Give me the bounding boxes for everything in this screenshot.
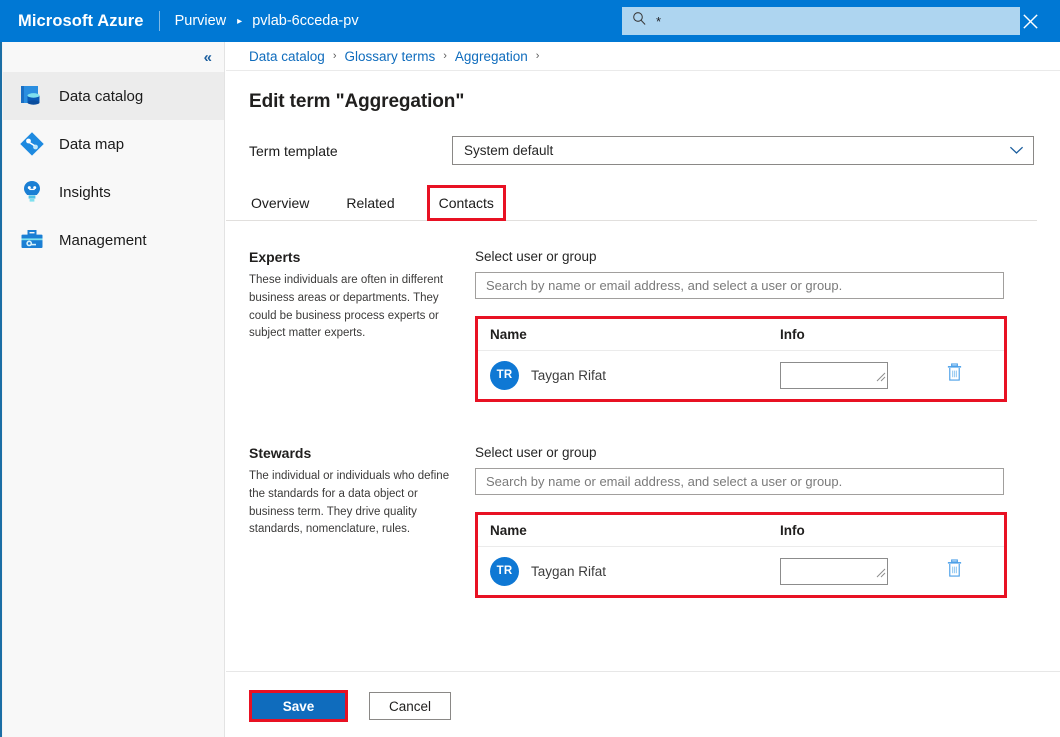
save-button-annotation: Save [249, 690, 348, 722]
sidebar-collapse-button[interactable]: « [3, 42, 224, 72]
stewards-description-block: Stewards The individual or individuals w… [249, 445, 475, 598]
resize-grip-icon[interactable] [875, 369, 886, 387]
trash-icon[interactable] [946, 363, 963, 387]
breadcrumb-item-data-catalog[interactable]: Data catalog [249, 49, 325, 64]
experts-table-header: Name Info [478, 319, 1004, 351]
save-button[interactable]: Save [252, 693, 345, 719]
resize-grip-icon[interactable] [875, 565, 886, 583]
section-experts: Experts These individuals are often in d… [226, 249, 1060, 402]
tab-related[interactable]: Related [344, 195, 396, 220]
term-template-value: System default [464, 143, 554, 158]
stewards-form: Select user or group Search by name or e… [475, 445, 1007, 598]
chevron-down-icon [1009, 142, 1024, 160]
main-content: Data catalog › Glossary terms › Aggregat… [226, 42, 1060, 737]
stewards-column-info: Info [780, 523, 805, 538]
stewards-cell-info [780, 557, 908, 585]
app-window: Microsoft Azure Purview ▸ pvlab-6cceda-p… [0, 0, 1060, 737]
breadcrumb-separator-icon: › [535, 50, 540, 62]
experts-description-block: Experts These individuals are often in d… [249, 249, 475, 402]
trash-icon[interactable] [946, 559, 963, 583]
stewards-person-name: Taygan Rifat [531, 563, 607, 579]
breadcrumb-item-glossary-terms[interactable]: Glossary terms [344, 49, 435, 64]
experts-select-label: Select user or group [475, 249, 597, 264]
stewards-search-input[interactable]: Search by name or email address, and sel… [475, 468, 1004, 495]
stewards-column-name: Name [490, 523, 527, 538]
left-sidebar: « Data catalog Data map Insights Managem… [3, 42, 225, 737]
experts-table-annotation: Name Info TR Taygan Rifat [475, 316, 1007, 402]
stewards-search-placeholder: Search by name or email address, and sel… [486, 474, 843, 489]
experts-form: Select user or group Search by name or e… [475, 249, 1007, 402]
stewards-table-annotation: Name Info TR Taygan Rifat [475, 512, 1007, 598]
sidebar-item-insights[interactable]: Insights [3, 168, 224, 216]
experts-column-name: Name [490, 327, 527, 342]
tab-contacts[interactable]: Contacts [426, 185, 506, 221]
page-title: Edit term "Aggregation" [249, 91, 465, 112]
experts-search-input[interactable]: Search by name or email address, and sel… [475, 272, 1004, 299]
global-search-value: * [656, 13, 662, 29]
breadcrumb-separator-icon: › [332, 50, 337, 62]
sidebar-label-insights: Insights [59, 183, 111, 201]
section-stewards: Stewards The individual or individuals w… [226, 445, 1060, 598]
azure-brand[interactable]: Microsoft Azure [18, 12, 144, 31]
sidebar-label-management: Management [59, 231, 147, 249]
sidebar-item-data-catalog[interactable]: Data catalog [3, 72, 224, 120]
stewards-info-textarea[interactable] [780, 557, 888, 585]
term-template-label: Term template [249, 142, 338, 159]
stewards-title: Stewards [249, 445, 312, 461]
management-icon [17, 225, 47, 255]
experts-table: Name Info TR Taygan Rifat [478, 319, 1004, 399]
experts-cell-delete [908, 363, 1004, 387]
tab-overview[interactable]: Overview [249, 195, 311, 220]
azure-top-bar: Microsoft Azure Purview ▸ pvlab-6cceda-p… [0, 0, 1060, 42]
brand-divider [158, 11, 160, 31]
term-template-select[interactable]: System default [452, 136, 1034, 165]
term-template-row: Term template System default [226, 136, 1060, 165]
data-catalog-icon [17, 81, 47, 111]
experts-person-name: Taygan Rifat [531, 367, 607, 383]
footer-buttons: Save Cancel [226, 672, 1060, 722]
stewards-table-header: Name Info [478, 515, 1004, 547]
experts-cell-name: TR Taygan Rifat [490, 360, 780, 390]
double-chevron-left-icon: « [203, 48, 212, 66]
breadcrumb-item-aggregation[interactable]: Aggregation [455, 49, 528, 64]
chevron-right-icon: ▸ [237, 15, 243, 27]
service-name-purview[interactable]: Purview [175, 13, 227, 29]
stewards-select-label: Select user or group [475, 445, 597, 460]
experts-search-placeholder: Search by name or email address, and sel… [486, 278, 843, 293]
tab-bar: Overview Related Contacts [226, 185, 1037, 221]
breadcrumb: Data catalog › Glossary terms › Aggregat… [226, 42, 1060, 71]
search-icon [632, 11, 647, 31]
sidebar-label-data-map: Data map [59, 135, 125, 153]
insights-icon [17, 177, 47, 207]
stewards-description: The individual or individuals who define… [249, 470, 450, 536]
account-name[interactable]: pvlab-6cceda-pv [252, 13, 358, 29]
data-map-icon [17, 129, 47, 159]
cancel-button[interactable]: Cancel [369, 692, 451, 720]
stewards-cell-delete [908, 559, 1004, 583]
experts-column-info: Info [780, 327, 805, 342]
table-row: TR Taygan Rifat [478, 547, 1004, 595]
sidebar-item-management[interactable]: Management [3, 216, 224, 264]
experts-title: Experts [249, 249, 301, 265]
stewards-cell-name: TR Taygan Rifat [490, 556, 780, 586]
stewards-table: Name Info TR Taygan Rifat [478, 515, 1004, 595]
breadcrumb-separator-icon: › [443, 50, 447, 62]
sidebar-item-data-map[interactable]: Data map [3, 120, 224, 168]
experts-cell-info [780, 361, 908, 389]
experts-description: These individuals are often in different… [249, 274, 444, 340]
avatar: TR [490, 360, 519, 390]
global-search-box[interactable]: * [622, 7, 1020, 35]
table-row: TR Taygan Rifat [478, 351, 1004, 399]
avatar: TR [490, 556, 519, 586]
experts-info-textarea[interactable] [780, 361, 888, 389]
footer-bar: Save Cancel [226, 671, 1060, 737]
close-icon[interactable] [1017, 8, 1043, 34]
sidebar-label-data-catalog: Data catalog [59, 87, 144, 105]
